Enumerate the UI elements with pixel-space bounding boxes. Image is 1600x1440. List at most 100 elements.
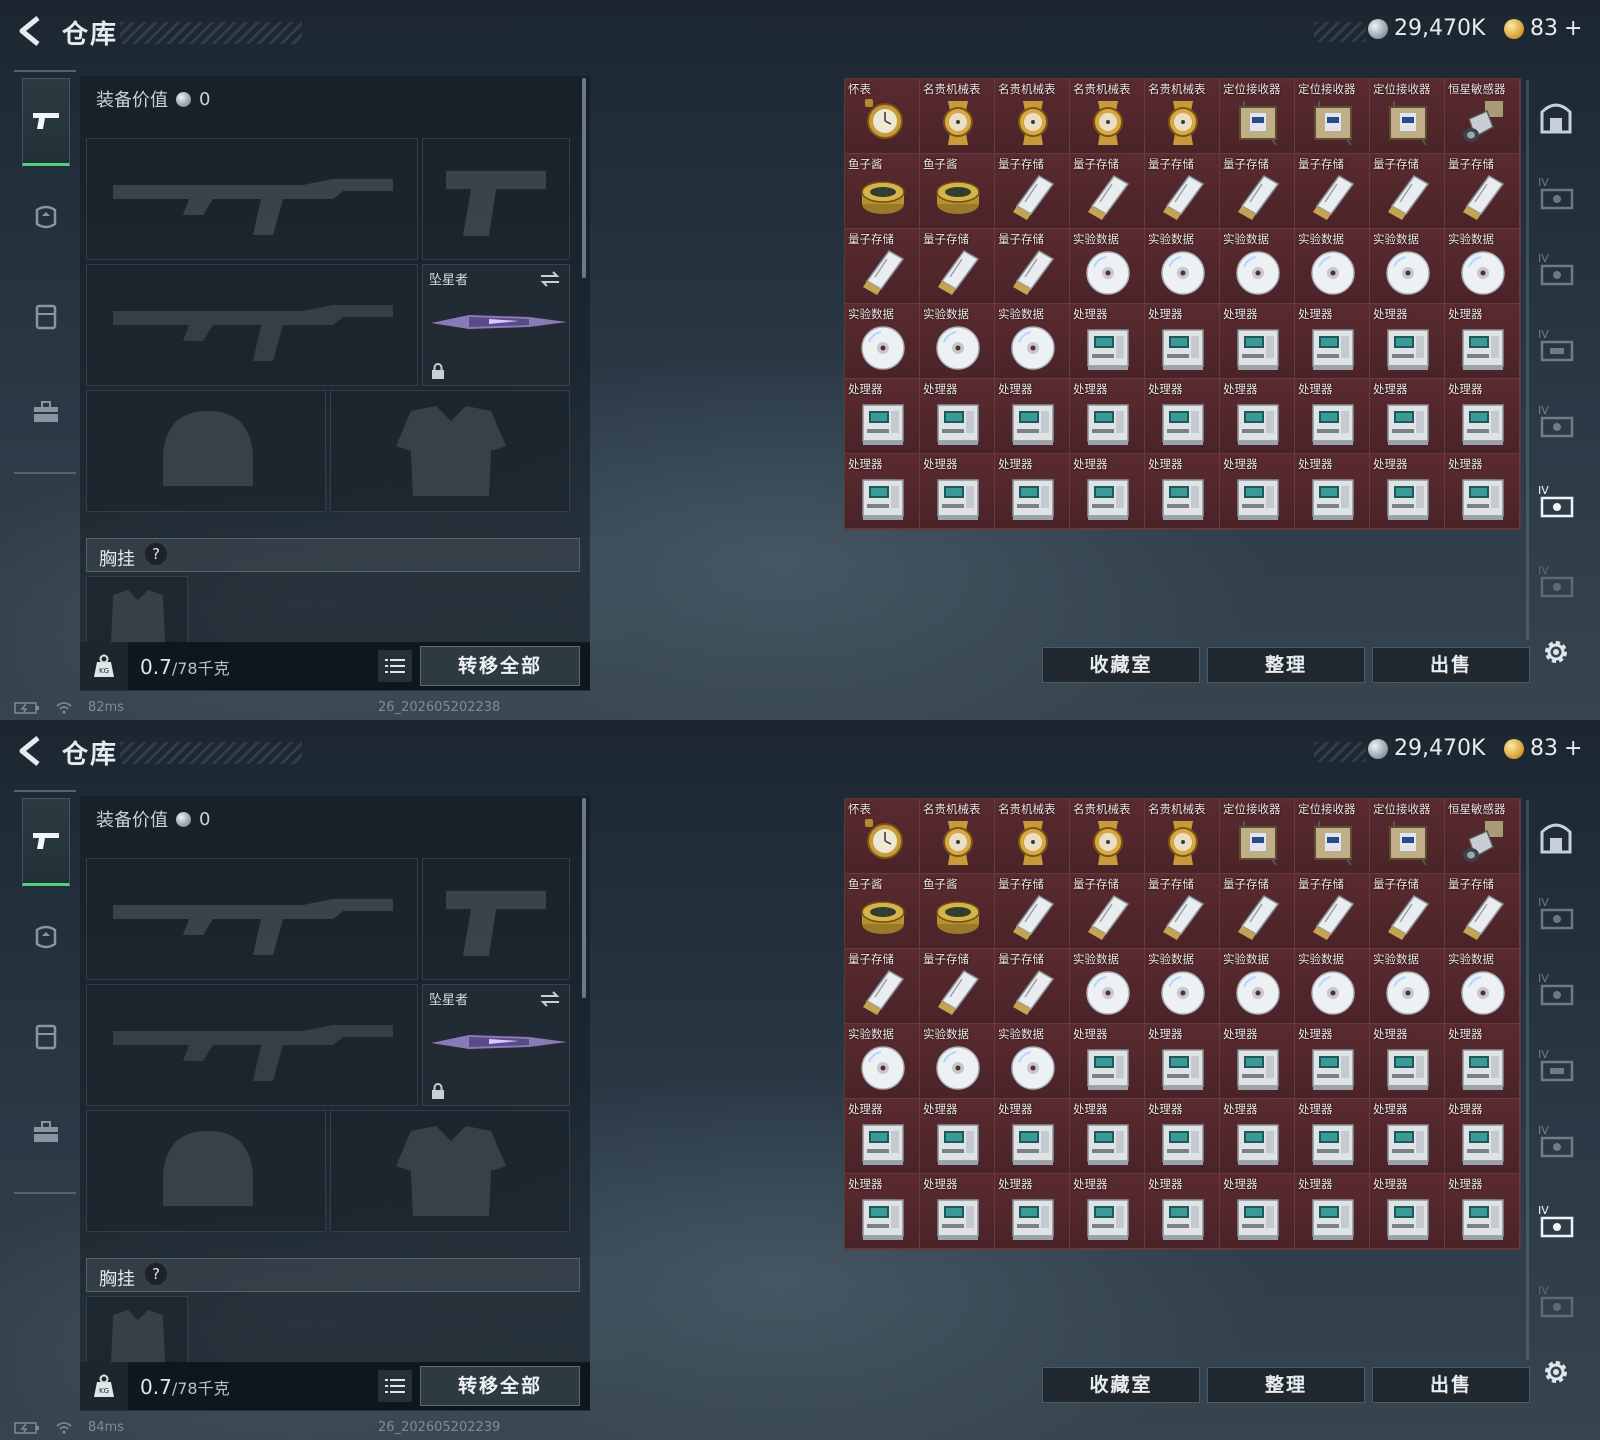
tab-helmet[interactable]: [22, 914, 70, 962]
organize-button[interactable]: 整理: [1207, 1367, 1365, 1403]
inventory-item[interactable]: 处理器: [1370, 1099, 1445, 1174]
inventory-item[interactable]: 实验数据: [995, 1024, 1070, 1099]
helmet-slot[interactable]: [86, 390, 326, 512]
inventory-item[interactable]: 处理器: [1295, 454, 1370, 529]
inventory-item[interactable]: 量子存储: [1145, 154, 1220, 229]
inventory-item[interactable]: 量子存储: [1220, 154, 1295, 229]
inventory-item[interactable]: 处理器: [1295, 1174, 1370, 1249]
armor-slot[interactable]: [330, 1110, 570, 1232]
inventory-item[interactable]: 实验数据: [1220, 949, 1295, 1024]
secondary-weapon-slot[interactable]: [86, 264, 418, 386]
back-arrow-icon[interactable]: [14, 14, 48, 48]
storage-tier-icon[interactable]: IV: [1536, 562, 1576, 602]
storage-tier-icon[interactable]: IV: [1536, 250, 1576, 290]
gold-currency[interactable]: 83 +: [1504, 16, 1582, 41]
inventory-item[interactable]: 名贵机械表: [1145, 799, 1220, 874]
inventory-item[interactable]: 处理器: [995, 1174, 1070, 1249]
inventory-item[interactable]: 实验数据: [1070, 229, 1145, 304]
sell-button[interactable]: 出售: [1372, 647, 1530, 683]
inventory-item[interactable]: 怀表: [845, 79, 920, 154]
armor-slot[interactable]: [330, 390, 570, 512]
primary-weapon-slot[interactable]: [86, 858, 418, 980]
inventory-item[interactable]: 处理器: [1220, 1024, 1295, 1099]
inventory-item[interactable]: 鱼子酱: [845, 874, 920, 949]
inventory-item[interactable]: 定位接收器: [1295, 799, 1370, 874]
inventory-item[interactable]: 量子存储: [1295, 154, 1370, 229]
chest-rig-slot[interactable]: [86, 1296, 188, 1366]
inventory-item[interactable]: 处理器: [1220, 379, 1295, 454]
tab-toolbox[interactable]: [22, 1108, 70, 1156]
inventory-item[interactable]: 实验数据: [1145, 229, 1220, 304]
inventory-item[interactable]: 处理器: [845, 379, 920, 454]
storage-tier-icon-active[interactable]: IV: [1536, 482, 1576, 522]
inventory-item[interactable]: 恒星敏感器: [1445, 799, 1520, 874]
inventory-item[interactable]: 处理器: [1445, 1099, 1520, 1174]
inventory-item[interactable]: 处理器: [845, 454, 920, 529]
inventory-item[interactable]: 处理器: [1070, 1099, 1145, 1174]
primary-weapon-slot[interactable]: [86, 138, 418, 260]
storage-tier-icon[interactable]: IV: [1536, 326, 1576, 366]
swap-icon[interactable]: [539, 271, 561, 287]
inventory-item[interactable]: 处理器: [1145, 379, 1220, 454]
inventory-item[interactable]: 处理器: [1145, 454, 1220, 529]
inventory-item[interactable]: 实验数据: [1445, 949, 1520, 1024]
equipment-scrollbar[interactable]: [582, 798, 586, 998]
safe-box-icon[interactable]: [1536, 98, 1576, 138]
secondary-weapon-slot[interactable]: [86, 984, 418, 1106]
storage-tier-icon[interactable]: IV: [1536, 1046, 1576, 1086]
inventory-item[interactable]: 处理器: [1295, 379, 1370, 454]
inventory-item[interactable]: 处理器: [1445, 1174, 1520, 1249]
inventory-item[interactable]: 处理器: [1070, 304, 1145, 379]
inventory-item[interactable]: 定位接收器: [1220, 79, 1295, 154]
collection-room-button[interactable]: 收藏室: [1042, 647, 1200, 683]
inventory-item[interactable]: 名贵机械表: [1070, 79, 1145, 154]
melee-slot[interactable]: 坠星者: [422, 984, 570, 1106]
inventory-item[interactable]: 实验数据: [1295, 229, 1370, 304]
inventory-item[interactable]: 处理器: [920, 1099, 995, 1174]
inventory-item[interactable]: 实验数据: [995, 304, 1070, 379]
inventory-item[interactable]: 定位接收器: [1295, 79, 1370, 154]
inventory-item[interactable]: 处理器: [1370, 1174, 1445, 1249]
inventory-item[interactable]: 处理器: [1370, 1024, 1445, 1099]
inventory-item[interactable]: 处理器: [1145, 1099, 1220, 1174]
inventory-item[interactable]: 鱼子酱: [920, 154, 995, 229]
tab-weapons[interactable]: [22, 798, 70, 886]
inventory-item[interactable]: 定位接收器: [1220, 799, 1295, 874]
inventory-item[interactable]: 实验数据: [1445, 229, 1520, 304]
storage-tier-icon[interactable]: IV: [1536, 1282, 1576, 1322]
inventory-item[interactable]: 处理器: [920, 379, 995, 454]
melee-slot[interactable]: 坠星者: [422, 264, 570, 386]
inventory-item[interactable]: 量子存储: [995, 229, 1070, 304]
inventory-item[interactable]: 处理器: [1070, 1174, 1145, 1249]
inventory-item[interactable]: 实验数据: [920, 304, 995, 379]
inventory-item[interactable]: 处理器: [995, 379, 1070, 454]
collection-room-button[interactable]: 收藏室: [1042, 1367, 1200, 1403]
list-view-button[interactable]: [378, 650, 412, 682]
inventory-item[interactable]: 鱼子酱: [845, 154, 920, 229]
inventory-item[interactable]: 量子存储: [920, 949, 995, 1024]
helmet-slot[interactable]: [86, 1110, 326, 1232]
tab-backpack[interactable]: [22, 292, 70, 340]
inventory-item[interactable]: 量子存储: [995, 874, 1070, 949]
inventory-item[interactable]: 实验数据: [1070, 949, 1145, 1024]
inventory-item[interactable]: 处理器: [1070, 379, 1145, 454]
inventory-item[interactable]: 处理器: [1220, 1174, 1295, 1249]
help-icon[interactable]: ?: [145, 1263, 167, 1285]
inventory-item[interactable]: 实验数据: [1220, 229, 1295, 304]
help-icon[interactable]: ?: [145, 543, 167, 565]
inventory-item[interactable]: 实验数据: [845, 1024, 920, 1099]
inventory-item[interactable]: 处理器: [1370, 304, 1445, 379]
sell-button[interactable]: 出售: [1372, 1367, 1530, 1403]
inventory-item[interactable]: 处理器: [1295, 1099, 1370, 1174]
inventory-item[interactable]: 名贵机械表: [920, 79, 995, 154]
inventory-item[interactable]: 鱼子酱: [920, 874, 995, 949]
inventory-item[interactable]: 量子存储: [845, 229, 920, 304]
inventory-item[interactable]: 处理器: [995, 454, 1070, 529]
inventory-item[interactable]: 处理器: [1220, 454, 1295, 529]
equipment-scrollbar[interactable]: [582, 78, 586, 278]
organize-button[interactable]: 整理: [1207, 647, 1365, 683]
back-arrow-icon[interactable]: [14, 734, 48, 768]
inventory-item[interactable]: 处理器: [1370, 379, 1445, 454]
settings-gear-icon[interactable]: [1540, 1356, 1572, 1388]
inventory-item[interactable]: 处理器: [1070, 454, 1145, 529]
